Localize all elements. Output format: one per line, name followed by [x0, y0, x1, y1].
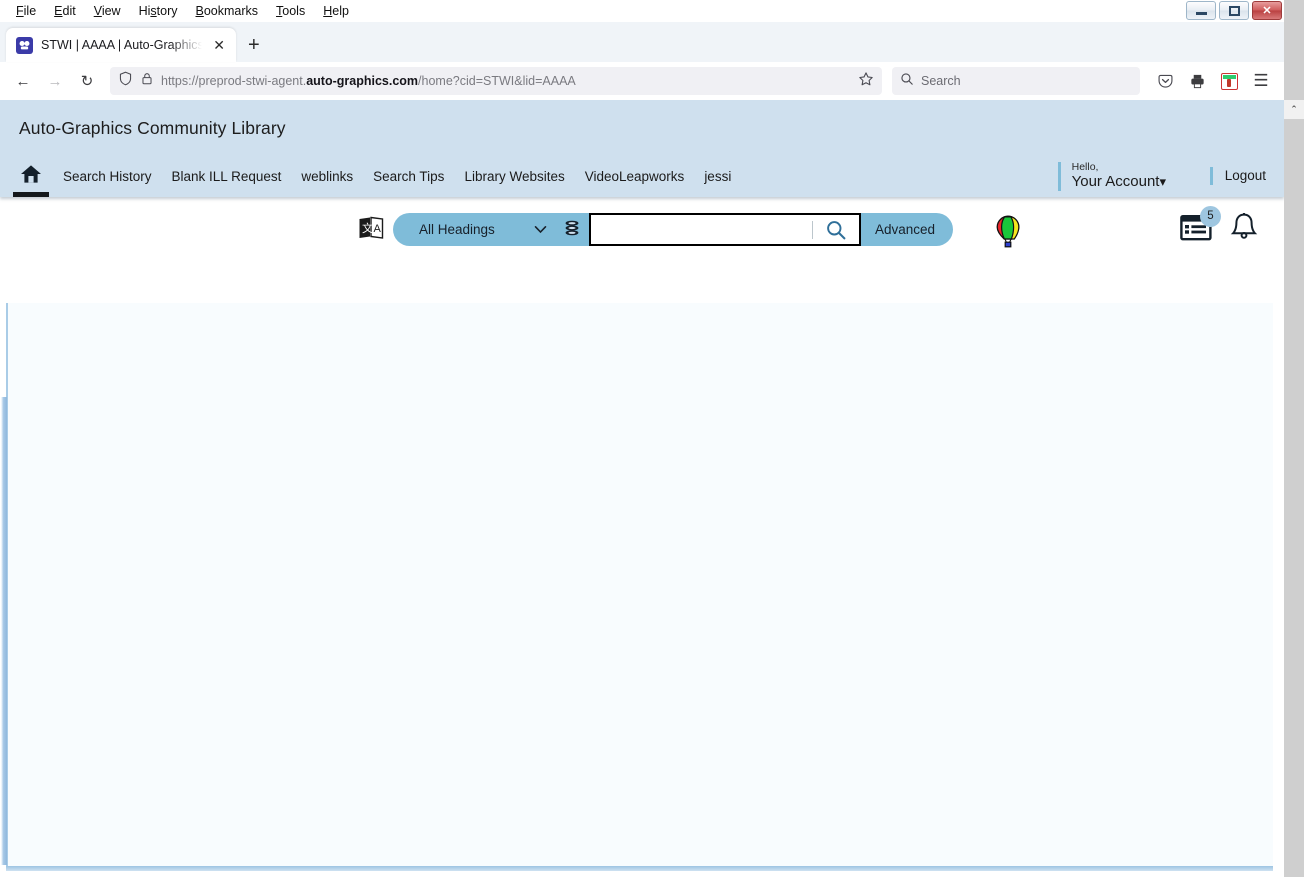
svg-text:文: 文 — [362, 221, 373, 235]
browser-toolbar: ← → ↻ https://preprod-stwi-agent.auto-gr… — [0, 62, 1284, 100]
menu-item-tools[interactable]: Tools — [268, 2, 313, 20]
shield-icon — [118, 71, 133, 91]
database-icon[interactable] — [561, 220, 583, 239]
address-bar[interactable]: https://preprod-stwi-agent.auto-graphics… — [110, 67, 882, 95]
header-right-icons: 5 — [1180, 205, 1258, 243]
home-icon — [20, 164, 42, 189]
menu-item-help[interactable]: Help — [315, 2, 357, 20]
left-accent-strip — [1, 397, 7, 865]
nav-link-jessi[interactable]: jessi — [704, 169, 731, 184]
active-tab-indicator — [13, 192, 49, 197]
bookmark-star-icon[interactable] — [858, 71, 874, 92]
browser-window: FFileile Edit View History Bookmarks Too… — [0, 0, 1284, 877]
pocket-save-icon[interactable] — [1150, 67, 1180, 95]
url-text: https://preprod-stwi-agent.auto-graphics… — [161, 74, 576, 88]
menu-item-history[interactable]: History — [131, 2, 186, 20]
tab-close-icon[interactable]: ✕ — [210, 36, 228, 54]
translate-icon[interactable]: 文 A — [358, 216, 384, 240]
chevron-down-icon — [534, 223, 547, 237]
logout-button[interactable]: Logout — [1209, 167, 1266, 185]
svg-text:A: A — [374, 223, 382, 235]
browser-search-bar[interactable]: Search — [892, 67, 1140, 95]
content-frame — [6, 303, 1273, 869]
chevron-down-icon: ▾ — [1159, 173, 1166, 189]
tab-title: STWI | AAAA | Auto-Graphics In — [41, 38, 203, 52]
scrollbar-up-arrow[interactable]: ⌃ — [1284, 100, 1304, 119]
search-field-wrapper — [589, 213, 861, 246]
news-badge-count: 5 — [1200, 205, 1221, 227]
lock-icon — [140, 71, 154, 91]
nav-home-button[interactable] — [13, 156, 49, 197]
logout-label: Logout — [1224, 168, 1266, 183]
tab-strip: STWI | AAAA | Auto-Graphics In ✕ + — [0, 22, 1284, 62]
account-name-label: Your Account▾ — [1071, 172, 1166, 190]
page-viewport: Auto-Graphics Community Library 文 A All … — [0, 100, 1284, 877]
back-button-icon[interactable]: ← — [8, 67, 38, 95]
extension-icon[interactable] — [1214, 67, 1244, 95]
reload-button-icon[interactable]: ↻ — [72, 67, 102, 95]
search-scope-value: All Headings — [419, 222, 495, 237]
nav-link-search-history[interactable]: Search History — [63, 169, 152, 184]
menu-item-edit[interactable]: Edit — [46, 2, 84, 20]
page-content — [0, 197, 1284, 877]
advanced-search-button[interactable]: Advanced — [861, 222, 951, 237]
menu-item-view[interactable]: View — [86, 2, 129, 20]
search-scope-dropdown[interactable]: All Headings — [393, 213, 561, 246]
notification-bell-icon[interactable] — [1230, 212, 1258, 243]
nav-link-library-websites[interactable]: Library Websites — [464, 169, 564, 184]
app-header: Auto-Graphics Community Library 文 A All … — [0, 100, 1284, 248]
new-tab-button[interactable]: + — [236, 28, 272, 62]
menu-item-file[interactable]: FFileile — [8, 2, 44, 20]
page-scrollbar[interactable]: ⌃ — [1284, 100, 1304, 877]
account-menu[interactable]: Hello, Your Account▾ — [1057, 161, 1166, 191]
app-header-top: Auto-Graphics Community Library — [0, 100, 1284, 156]
browser-search-placeholder: Search — [921, 74, 961, 88]
search-submit-button[interactable] — [813, 215, 859, 244]
search-group: All Headings Advanced — [393, 213, 954, 246]
menu-bar: FFileile Edit View History Bookmarks Too… — [0, 0, 1284, 22]
site-nav: Search History Blank ILL Request weblink… — [0, 156, 1284, 197]
print-icon[interactable] — [1182, 67, 1212, 95]
app-menu-icon[interactable]: ☰ — [1246, 67, 1276, 95]
news-list-icon[interactable]: 5 — [1180, 205, 1221, 243]
nav-link-weblinks[interactable]: weblinks — [301, 169, 353, 184]
nav-link-videoleapworks[interactable]: VideoLeapworks — [585, 169, 685, 184]
toolbar-icons: ☰ — [1150, 67, 1276, 95]
hot-air-balloon-icon[interactable] — [995, 215, 1021, 249]
window-minimize-button[interactable] — [1186, 1, 1216, 20]
window-maximize-button[interactable] — [1219, 1, 1249, 20]
search-input[interactable] — [591, 215, 812, 244]
tab-favicon-icon — [16, 36, 33, 54]
nav-link-search-tips[interactable]: Search Tips — [373, 169, 444, 184]
forward-button-icon[interactable]: → — [40, 67, 70, 95]
content-frame-bottom-edge — [6, 866, 1273, 871]
window-controls: ✕ — [1186, 1, 1282, 20]
menu-item-bookmarks[interactable]: Bookmarks — [188, 2, 267, 20]
window-close-button[interactable]: ✕ — [1252, 1, 1282, 20]
browser-tab[interactable]: STWI | AAAA | Auto-Graphics In ✕ — [6, 28, 236, 62]
nav-link-blank-ill-request[interactable]: Blank ILL Request — [172, 169, 282, 184]
page-title: Auto-Graphics Community Library — [19, 117, 286, 138]
search-icon — [900, 72, 914, 91]
